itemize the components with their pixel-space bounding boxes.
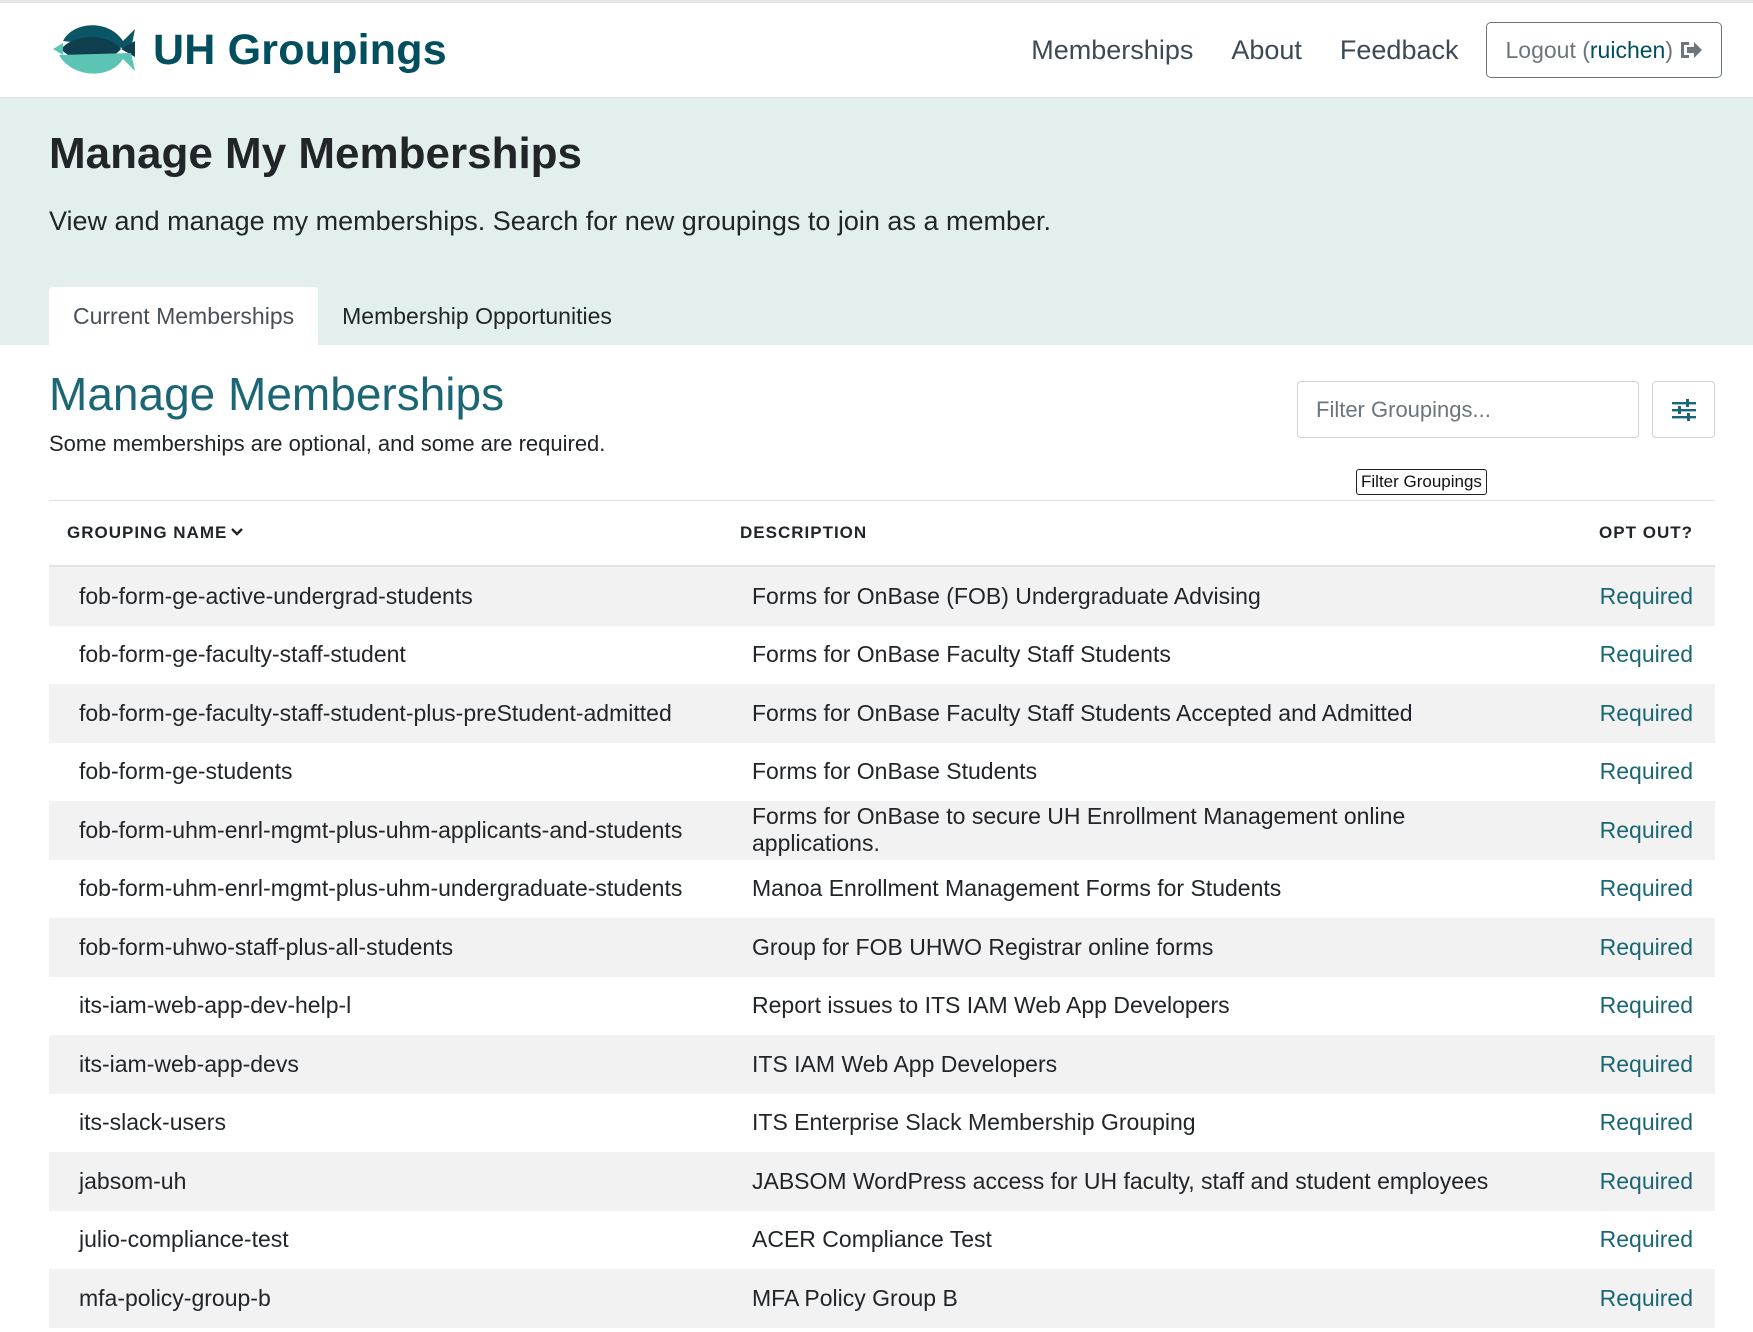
description-cell: Forms for OnBase Students	[752, 758, 1038, 785]
header-grouping-name-label: GROUPING NAME	[67, 523, 228, 542]
table-row: fob-form-uhwo-staff-plus-all-students Gro…	[49, 918, 1715, 977]
header-description[interactable]: DESCRIPTION	[722, 500, 1533, 567]
opt-out-status-link[interactable]: Required	[1533, 1269, 1715, 1328]
fish-logo-icon	[53, 25, 135, 74]
logout-button[interactable]: Logout ( ruichen )	[1486, 22, 1722, 78]
filter-tooltip: Filter Groupings	[1356, 469, 1487, 495]
opt-out-status-link[interactable]: Required	[1533, 684, 1715, 743]
table-row: fob-form-uhm-enrl-mgmt-plus-uhm-undergra…	[49, 860, 1715, 919]
description-cell: Forms for OnBase (FOB) Undergraduate Adv…	[752, 582, 1261, 609]
header-opt-out[interactable]: OPT OUT?	[1533, 500, 1715, 567]
filter-options-button[interactable]	[1652, 381, 1715, 438]
grouping-name-cell: its-iam-web-app-devs	[79, 1050, 299, 1077]
logout-label: Logout (	[1505, 36, 1590, 63]
grouping-name-cell: mfa-policy-group-b	[79, 1284, 271, 1311]
description-cell: MFA Policy Group B	[752, 1284, 958, 1311]
description-cell: Forms for OnBase Faculty Staff Students	[752, 641, 1171, 668]
tab-current-memberships[interactable]: Current Memberships	[49, 287, 319, 345]
page-subtitle: View and manage my memberships. Search f…	[49, 206, 1052, 237]
memberships-table: GROUPING NAME DESCRIPTION OPT OUT? fob-f…	[49, 500, 1715, 1328]
grouping-name-cell: jabsom-uh	[79, 1167, 187, 1194]
table-row: jabsom-uh JABSOM WordPress access for UH …	[49, 1152, 1715, 1211]
opt-out-status-link[interactable]: Required	[1533, 1035, 1715, 1094]
page-title: Manage My Memberships	[49, 129, 583, 178]
filter-groupings-input[interactable]	[1297, 381, 1639, 438]
table-row: fob-form-ge-students Forms for OnBase Stu…	[49, 743, 1715, 802]
grouping-name-cell: its-slack-users	[79, 1109, 226, 1136]
opt-out-status-link[interactable]: Required	[1533, 1211, 1715, 1270]
table-row: fob-form-ge-faculty-staff-student Forms f…	[49, 626, 1715, 685]
brand[interactable]: UH Groupings	[49, 15, 447, 85]
opt-out-status-link[interactable]: Required	[1533, 860, 1715, 919]
opt-out-status-link[interactable]: Required	[1533, 801, 1715, 860]
chevron-down-icon	[231, 528, 244, 536]
section-header: Manage Memberships Some memberships are …	[49, 345, 1729, 500]
description-cell: Report issues to ITS IAM Web App Develop…	[752, 992, 1230, 1019]
table-row: fob-form-ge-active-undergrad-students For…	[49, 566, 1715, 626]
top-navbar: UH Groupings Memberships About Feedback …	[0, 3, 1753, 98]
tab-bar: Current Memberships Membership Opportuni…	[49, 287, 636, 345]
header-grouping-name[interactable]: GROUPING NAME	[49, 500, 722, 567]
description-cell: Group for FOB UHWO Registrar online form…	[752, 933, 1214, 960]
tab-membership-opportunities[interactable]: Membership Opportunities	[318, 287, 636, 345]
table-row: its-slack-users ITS Enterprise Slack Memb…	[49, 1094, 1715, 1153]
opt-out-status-link[interactable]: Required	[1533, 566, 1715, 626]
grouping-name-cell: fob-form-ge-faculty-staff-student	[79, 641, 406, 668]
logout-label-close: )	[1665, 36, 1673, 63]
sliders-icon	[1671, 398, 1696, 421]
description-cell: Forms for OnBase to secure UH Enrollment…	[752, 803, 1406, 857]
grouping-name-cell: fob-form-uhm-enrl-mgmt-plus-uhm-undergra…	[79, 875, 683, 902]
opt-out-status-link[interactable]: Required	[1533, 1152, 1715, 1211]
opt-out-status-link[interactable]: Required	[1533, 977, 1715, 1036]
opt-out-status-link[interactable]: Required	[1533, 626, 1715, 685]
description-cell: ITS Enterprise Slack Membership Grouping	[752, 1109, 1196, 1136]
grouping-name-cell: its-iam-web-app-dev-help-l	[79, 992, 352, 1019]
opt-out-status-link[interactable]: Required	[1533, 918, 1715, 977]
table-body: fob-form-ge-active-undergrad-students For…	[49, 566, 1715, 1328]
table-row: mfa-policy-group-b MFA Policy Group B Requ…	[49, 1269, 1715, 1328]
grouping-name-cell: fob-form-ge-active-undergrad-students	[79, 582, 473, 609]
sign-out-icon	[1681, 42, 1702, 58]
table-row: its-iam-web-app-devs ITS IAM Web App Deve…	[49, 1035, 1715, 1094]
nav-about[interactable]: About	[1231, 35, 1302, 66]
page-header: Manage My Memberships View and manage my…	[0, 98, 1753, 345]
grouping-name-cell: fob-form-uhwo-staff-plus-all-students	[79, 933, 454, 960]
grouping-name-cell: julio-compliance-test	[79, 1226, 289, 1253]
table-row: its-iam-web-app-dev-help-l Report issues …	[49, 977, 1715, 1036]
section-subtitle: Some memberships are optional, and some …	[49, 431, 606, 456]
nav-feedback[interactable]: Feedback	[1340, 35, 1459, 66]
table-row: fob-form-ge-faculty-staff-student-plus-p…	[49, 684, 1715, 743]
brand-name: UH Groupings	[153, 25, 447, 74]
section-title: Manage Memberships	[49, 368, 505, 420]
opt-out-status-link[interactable]: Required	[1533, 1094, 1715, 1153]
table-row: julio-compliance-test ACER Compliance Tes…	[49, 1211, 1715, 1270]
main-content: Manage Memberships Some memberships are …	[0, 345, 1753, 1328]
grouping-name-cell: fob-form-ge-students	[79, 758, 293, 785]
username: ruichen	[1589, 36, 1666, 63]
nav-links: Memberships About Feedback Logout ( ruic…	[993, 22, 1722, 78]
opt-out-status-link[interactable]: Required	[1533, 743, 1715, 802]
description-cell: Manoa Enrollment Management Forms for St…	[752, 875, 1282, 902]
nav-memberships[interactable]: Memberships	[1031, 35, 1193, 66]
grouping-name-cell: fob-form-ge-faculty-staff-student-plus-p…	[79, 699, 672, 726]
grouping-name-cell: fob-form-uhm-enrl-mgmt-plus-uhm-applican…	[79, 816, 683, 843]
description-cell: Forms for OnBase Faculty Staff Students …	[752, 699, 1413, 726]
description-cell: ACER Compliance Test	[752, 1226, 992, 1253]
description-cell: ITS IAM Web App Developers	[752, 1050, 1058, 1077]
description-cell: JABSOM WordPress access for UH faculty, …	[752, 1167, 1489, 1194]
table-row: fob-form-uhm-enrl-mgmt-plus-uhm-applican…	[49, 801, 1715, 860]
table-header-row: GROUPING NAME DESCRIPTION OPT OUT?	[49, 500, 1715, 567]
